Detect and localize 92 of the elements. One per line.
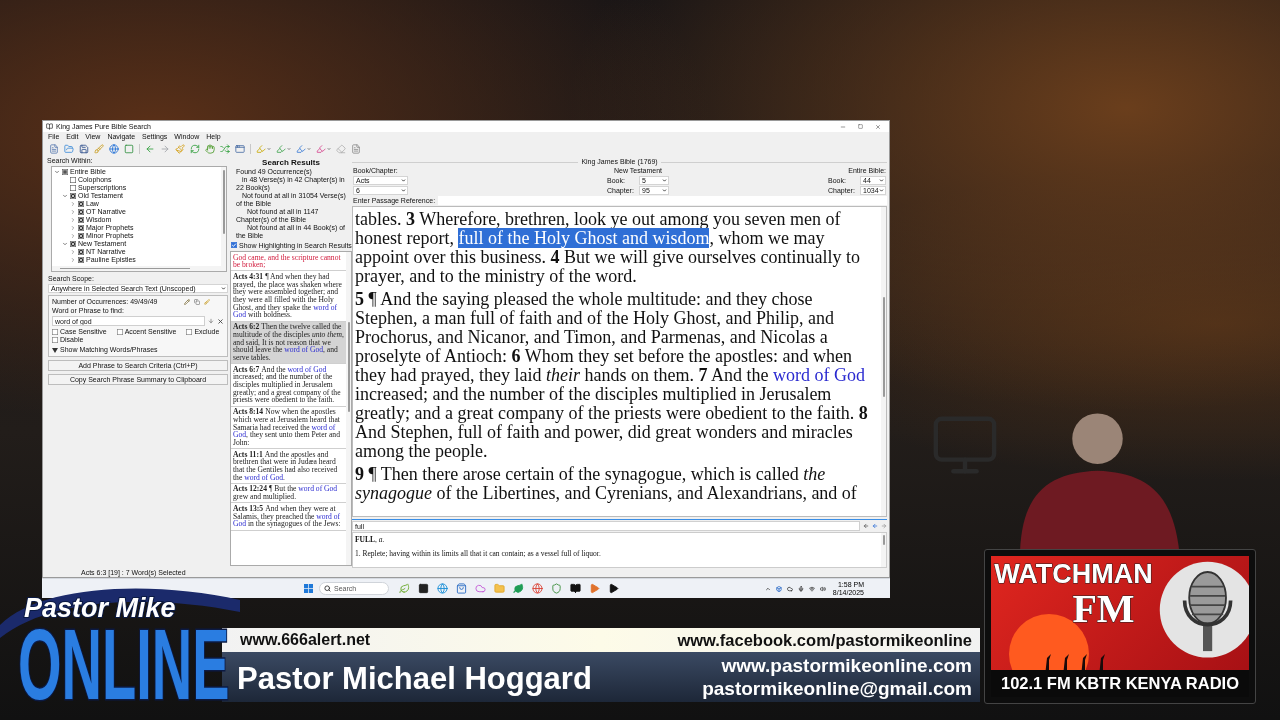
tree-checkbox[interactable] <box>78 249 84 255</box>
vertical-scrollbar[interactable] <box>881 533 886 567</box>
presenter-name: Pastor Michael Hoggard <box>237 662 592 696</box>
leaf-icon[interactable] <box>399 583 410 594</box>
document-icon[interactable] <box>351 144 361 154</box>
clear-icon[interactable] <box>217 317 224 325</box>
globe-icon[interactable] <box>532 583 543 594</box>
cloud-icon[interactable] <box>475 583 486 594</box>
logo-script-text: Pastor Mike <box>23 592 177 624</box>
vertical-scrollbar[interactable] <box>221 167 226 266</box>
passage-paragraph: 9 ¶ Then there arose certain of the synagogue, which is called the synagogue of the Libertines, and Cyrenians, and Alexandrians, and of <box>355 465 858 503</box>
back-arrow-icon[interactable] <box>872 523 878 529</box>
book-icon[interactable] <box>570 583 581 594</box>
book-icon <box>46 123 53 130</box>
facebook-text: www.facebook.com/pastormikeonline <box>677 631 972 649</box>
logo-wordmark: ONLINE <box>18 624 230 704</box>
highlighter-icon[interactable] <box>276 144 286 154</box>
forward-arrow-icon[interactable] <box>160 144 170 154</box>
highlighter-icon[interactable] <box>256 144 266 154</box>
option-checkbox[interactable] <box>116 329 123 335</box>
volume-icon[interactable] <box>819 585 826 592</box>
tree-checkbox[interactable] <box>78 217 84 223</box>
chevron-up-icon[interactable] <box>764 585 771 592</box>
tree-checkbox[interactable] <box>62 169 68 175</box>
tree-checkbox[interactable] <box>78 225 84 231</box>
window-icon[interactable] <box>235 144 245 154</box>
box-icon[interactable] <box>775 585 782 592</box>
folder-icon[interactable] <box>494 583 505 594</box>
tree-checkbox[interactable] <box>78 201 84 207</box>
brush-icon[interactable] <box>204 299 210 305</box>
back-arrow-icon[interactable] <box>863 523 869 529</box>
tree-checkbox[interactable] <box>70 193 76 199</box>
vertical-scrollbar[interactable] <box>346 252 351 565</box>
caret-icon[interactable] <box>221 286 226 291</box>
cloud-icon[interactable] <box>786 585 793 592</box>
passage-paragraph: 5 ¶ And the saying pleased the whole multitude: and they chose Stephen, a man full of faith and of the Holy Ghost, and Philip, and Prochorus, and Nicanor, and Timon, and Parmenas, and Nicolas a proselyte of Antioch: 6 Whom they set before the apostles: and when they had prayed, they laid their hands on them. 7 And the word of God increased; and the number of the disciples multiplied in Jerusalem greatly; and a great company of the priests were obedient to the faith. 8 And Stephen, full of faith and power, did great wonders and miracles among the people. <box>355 290 869 461</box>
search-icon <box>324 585 331 592</box>
website-text: www.pastormikeonline.com <box>721 654 972 677</box>
triangle-down-icon[interactable] <box>52 347 58 353</box>
eraser-icon[interactable] <box>336 144 346 154</box>
refresh-icon[interactable] <box>190 144 200 154</box>
forward-arrow-icon[interactable] <box>881 523 887 529</box>
poster-frequency: 102.1 FM KBTR KENYA RADIO <box>991 670 1249 697</box>
caret-icon[interactable] <box>267 147 271 151</box>
copy-icon[interactable] <box>194 299 200 305</box>
highlight-checkbox[interactable] <box>231 242 237 248</box>
poster-subtitle: FM <box>1072 589 1135 629</box>
option-checkbox[interactable] <box>52 329 58 335</box>
hand-icon[interactable] <box>205 144 215 154</box>
vertical-scrollbar[interactable] <box>881 207 886 516</box>
passage-reference-input[interactable] <box>438 196 887 205</box>
globe-icon[interactable] <box>109 144 119 154</box>
leaf-icon[interactable] <box>513 583 524 594</box>
highlighter-icon[interactable] <box>316 144 326 154</box>
brush-icon[interactable] <box>94 144 104 154</box>
back-arrow-icon[interactable] <box>145 144 155 154</box>
tree-checkbox[interactable] <box>70 185 76 191</box>
horizontal-scrollbar[interactable] <box>52 266 226 271</box>
shopping-bag-icon[interactable] <box>456 583 467 594</box>
website-text: www.666alert.net <box>240 631 371 649</box>
poster-title: WATCHMAN <box>994 559 1153 589</box>
caret-icon[interactable] <box>287 147 291 151</box>
windows-start-icon[interactable] <box>304 584 313 593</box>
open-folder-icon[interactable] <box>64 144 74 154</box>
option-checkbox[interactable] <box>52 337 58 343</box>
shuffle-icon[interactable] <box>220 144 230 154</box>
email-text: pastormikeonline@gmail.com <box>702 677 972 700</box>
play-icon[interactable] <box>608 583 619 594</box>
option-checkbox[interactable] <box>186 329 193 335</box>
minimize-icon[interactable] <box>840 123 846 130</box>
microphone-icon[interactable] <box>797 585 804 592</box>
results-title: Search Results <box>261 158 321 167</box>
caret-icon[interactable] <box>327 147 331 151</box>
maximize-icon[interactable] <box>858 124 863 129</box>
close-icon[interactable] <box>875 123 881 130</box>
tree-checkbox[interactable] <box>70 241 76 247</box>
tree-checkbox[interactable] <box>78 233 84 239</box>
arrow-down-icon[interactable] <box>208 318 214 324</box>
wifi-icon[interactable] <box>808 585 815 592</box>
tree-checkbox[interactable] <box>70 177 76 183</box>
paintbrush-icon[interactable] <box>175 144 185 154</box>
caret-icon[interactable] <box>307 147 311 151</box>
pencil-icon[interactable] <box>184 299 190 305</box>
passage-paragraph: tables. 3 Wherefore, brethren, look ye out among you seven men of honest report, full of the Holy Ghost and wisdom, whom we may appoint over this business. 4 But we will give ourselves continually to prayer, and to the ministry of the word. <box>355 210 861 286</box>
tree-checkbox[interactable] <box>78 209 84 215</box>
new-document-icon[interactable] <box>49 144 59 154</box>
square-icon[interactable] <box>418 583 429 594</box>
save-icon[interactable] <box>79 144 89 154</box>
globe-icon[interactable] <box>437 583 448 594</box>
shield-icon[interactable] <box>551 583 562 594</box>
tree-checkbox[interactable] <box>78 257 84 263</box>
highlighter-icon[interactable] <box>296 144 306 154</box>
